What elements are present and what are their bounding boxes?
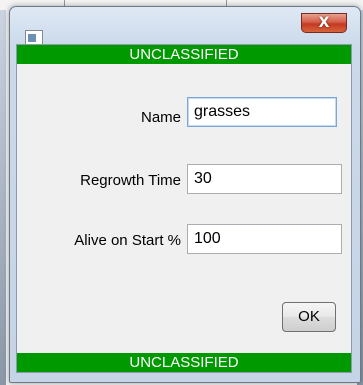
classification-banner-bottom: UNCLASSIFIED: [17, 353, 351, 372]
alive-on-start-input[interactable]: 100: [187, 224, 342, 254]
ok-button[interactable]: OK: [282, 302, 336, 332]
alive-on-start-label: Alive on Start %: [74, 232, 181, 249]
dialog-content: UNCLASSIFIED Name grasses Regrowth Time …: [16, 44, 352, 373]
regrowth-time-input[interactable]: 30: [187, 164, 342, 194]
close-button[interactable]: X: [301, 13, 347, 33]
window-app-icon-glyph: [28, 34, 36, 42]
name-label: Name: [140, 109, 181, 126]
classification-banner-top: UNCLASSIFIED: [17, 45, 351, 64]
regrowth-time-label: Regrowth Time: [80, 172, 181, 189]
name-input[interactable]: grasses: [187, 97, 337, 127]
background-window-edge-left: [0, 10, 6, 385]
close-icon: X: [318, 15, 330, 31]
